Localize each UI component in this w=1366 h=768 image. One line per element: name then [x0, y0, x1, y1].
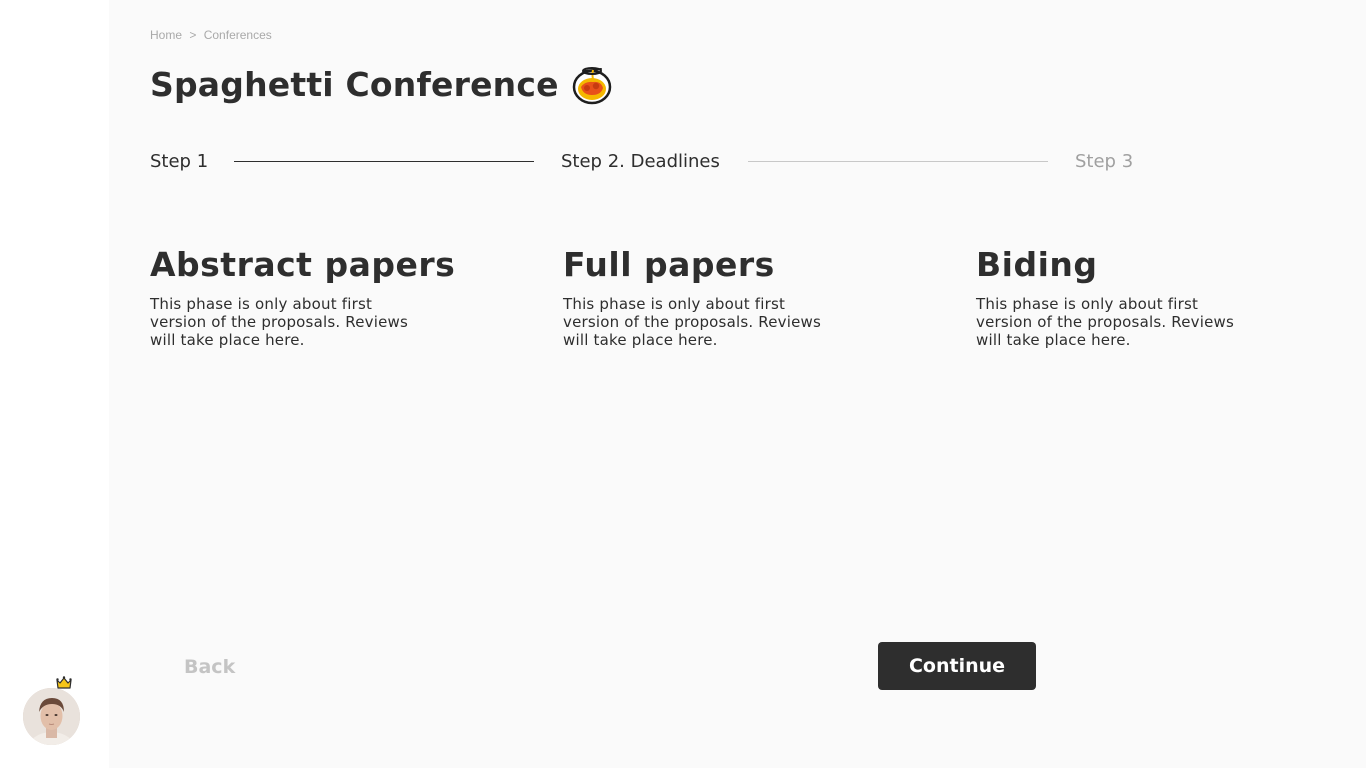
phase-biding: Biding This phase is only about first ve… [976, 245, 1276, 349]
breadcrumb-home[interactable]: Home [150, 28, 182, 42]
spaghetti-bowl-icon [572, 67, 611, 105]
continue-button[interactable]: Continue [878, 642, 1036, 690]
phase-description: This phase is only about first version o… [563, 295, 822, 349]
phase-abstract-papers: Abstract papers This phase is only about… [150, 245, 456, 349]
breadcrumb: Home > Conferences [150, 28, 272, 42]
user-avatar-container[interactable] [23, 676, 83, 746]
step-1-label[interactable]: Step 1 [150, 150, 208, 174]
phase-description: This phase is only about first version o… [976, 295, 1235, 349]
phase-title: Biding [976, 245, 1098, 284]
back-button[interactable]: Back [169, 652, 250, 682]
step-connector-upcoming [748, 161, 1048, 162]
breadcrumb-conferences[interactable]: Conferences [204, 28, 272, 42]
avatar-portrait [23, 688, 80, 745]
phase-title: Full papers [563, 245, 775, 284]
crown-icon [56, 676, 72, 689]
title-row: Spaghetti Conference [150, 60, 613, 108]
step-3-label: Step 3 [1075, 151, 1134, 172]
phase-title: Abstract papers [150, 245, 456, 284]
step-connector-completed [234, 161, 534, 162]
main-content: Home > Conferences Spaghetti Conference … [109, 0, 1366, 768]
page-title: Spaghetti Conference [150, 64, 559, 104]
breadcrumb-separator: > [189, 28, 197, 42]
stepper: Step 1 Step 2. Deadlines Step 3 [150, 150, 1140, 174]
phase-full-papers: Full papers This phase is only about fir… [563, 245, 863, 349]
sidebar [0, 0, 109, 768]
user-avatar[interactable] [23, 688, 80, 745]
step-2-label[interactable]: Step 2. Deadlines [561, 150, 720, 174]
phase-description: This phase is only about first version o… [150, 295, 409, 349]
